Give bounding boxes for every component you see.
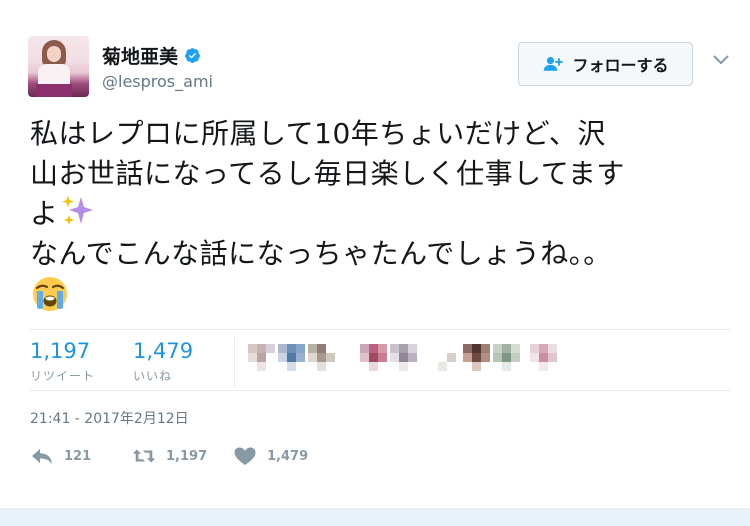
profile-avatar[interactable] xyxy=(28,36,89,97)
likes-stat[interactable]: 1,479 いいね xyxy=(133,339,193,384)
retweet-count: 1,197 xyxy=(166,448,208,464)
tweet-line-3-text: よ xyxy=(30,197,59,230)
display-name[interactable]: 菊地亜美 xyxy=(102,42,178,69)
tweet-line-2: 山お世話になってるし毎日楽しく仕事してます xyxy=(30,157,625,190)
follow-person-icon xyxy=(544,57,564,71)
reply-count: 121 xyxy=(64,448,92,464)
retweets-stat[interactable]: 1,197 リツイート xyxy=(30,339,95,384)
liked-by-avatars-blurred[interactable] xyxy=(248,336,578,382)
crying-face-emoji-icon xyxy=(33,277,67,311)
tweet-line-5 xyxy=(30,274,730,319)
heart-icon xyxy=(234,447,256,465)
avatar-skirt xyxy=(36,84,72,97)
user-name-row[interactable]: 菊地亜美 xyxy=(102,42,201,69)
reply-area-strip xyxy=(0,508,750,526)
retweet-button[interactable]: 1,197 xyxy=(132,446,207,466)
like-button[interactable]: 1,479 xyxy=(233,446,308,466)
stats-top-divider xyxy=(30,329,730,330)
follow-button-label: フォローする xyxy=(572,56,669,75)
retweet-icon xyxy=(132,449,156,463)
tweet-line-4: なんでこんな話になっちゃたんでしょうね。。 xyxy=(30,237,612,270)
tweet-line-3: よ xyxy=(30,194,730,234)
tweet-timestamp[interactable]: 21:41 - 2017年2月12日 xyxy=(30,408,189,428)
tweet-text: 私はレプロに所属して10年ちょいだけど、沢 山お世話になってるし毎日楽しく仕事し… xyxy=(30,114,730,319)
likes-count: 1,479 xyxy=(133,339,194,363)
retweets-count: 1,197 xyxy=(30,339,91,363)
tweet-line-1: 私はレプロに所属して10年ちょいだけど、沢 xyxy=(30,117,606,150)
verified-badge-icon xyxy=(185,47,200,63)
follow-button[interactable]: フォローする xyxy=(518,42,693,86)
reply-icon xyxy=(32,449,52,464)
stats-separator xyxy=(234,337,235,387)
chevron-down-icon[interactable] xyxy=(713,55,729,65)
reply-button[interactable]: 121 xyxy=(30,446,91,466)
sparkles-emoji-icon xyxy=(61,196,93,225)
stats-bottom-divider xyxy=(30,390,730,391)
like-count: 1,479 xyxy=(267,448,309,464)
avatar-face xyxy=(47,46,61,62)
likes-label: いいね xyxy=(133,369,173,383)
avatar-body xyxy=(38,64,70,86)
user-handle[interactable]: @lespros_ami xyxy=(102,72,213,91)
retweets-label: リツイート xyxy=(30,369,96,383)
